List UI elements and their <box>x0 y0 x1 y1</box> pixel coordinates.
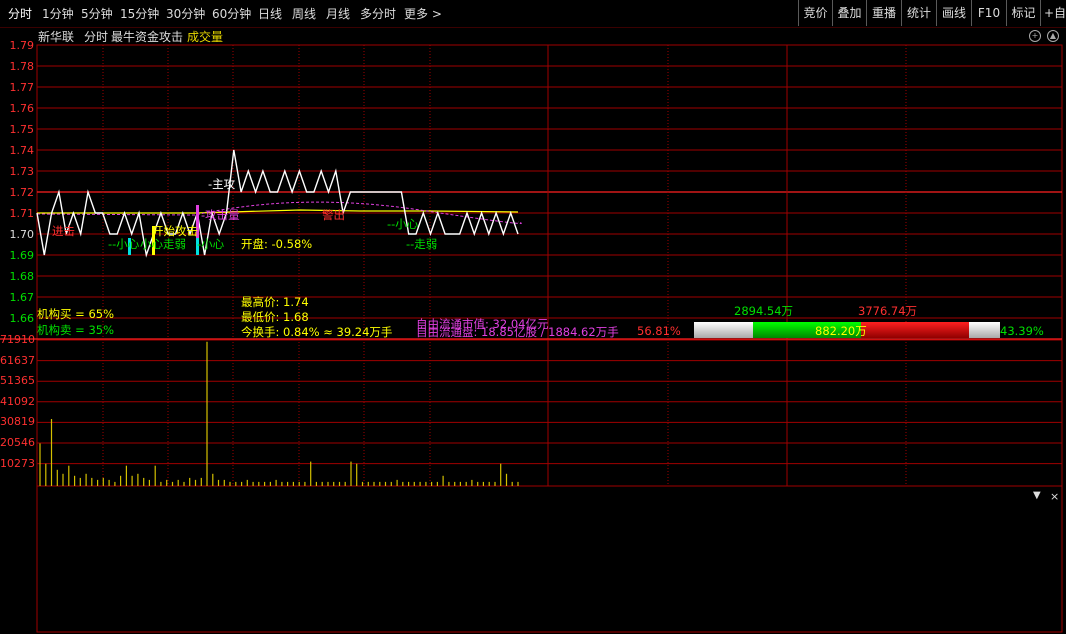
volume-tick: 20546 <box>0 436 35 449</box>
high-price: 最高价: 1.74 <box>241 295 309 309</box>
volume-tick: 30819 <box>0 415 35 429</box>
institution-buy: 机构买 = 65% <box>37 307 115 321</box>
bar-left-white <box>694 322 753 338</box>
chevron-down-icon[interactable]: ▼ <box>1033 490 1041 501</box>
right-percent: 43.39% <box>1000 324 1044 338</box>
turnover: 今换手: 0.84% ≈ 39.24万手 <box>241 325 393 339</box>
caution-weak-label: 小心走弱 <box>140 237 186 251</box>
institution-sell: 机构卖 = 35% <box>37 323 115 337</box>
price-tick: 1.78 <box>9 60 35 73</box>
sell-signal-label: 警出 <box>322 208 345 222</box>
volume-tick: 51365 <box>0 374 35 388</box>
price-tick: 1.71 <box>9 207 35 220</box>
mid-volume: 882.20万 <box>815 324 867 338</box>
volume-tick: 10273 <box>0 456 35 470</box>
bar-sell-red <box>861 322 969 338</box>
price-tick: 1.76 <box>9 102 35 115</box>
weak-label: --走弱 <box>406 237 438 251</box>
bar-right-white <box>969 322 1000 338</box>
caution-label-3: --小心 <box>387 217 419 231</box>
price-tick: 1.68 <box>9 270 35 283</box>
price-tick: 1.73 <box>9 165 35 178</box>
price-tick: 1.74 <box>9 144 35 157</box>
close-icon[interactable]: × <box>1050 490 1059 503</box>
float-percent: 56.81% <box>637 324 681 338</box>
price-tick: 1.77 <box>9 81 35 94</box>
price-tick: 1.75 <box>9 123 35 136</box>
open-change-label: 开盘: -0.58% <box>241 237 313 251</box>
price-tick: 1.70 <box>9 228 35 241</box>
volume-tick: 61637 <box>0 353 35 367</box>
buy-volume: 2894.54万 <box>734 304 794 318</box>
low-price: 最低价: 1.68 <box>241 310 309 324</box>
float-shares: 自由流通盘: 18.85亿股 / 1884.62万手 <box>416 325 619 339</box>
caution-label-1: --小心 <box>108 237 140 251</box>
price-tick: 1.66 <box>9 312 35 325</box>
volume-tick: 41092 <box>0 394 35 408</box>
volume-tick: 71910 <box>0 333 35 346</box>
attack-volume-label: -攻击量 <box>201 208 240 222</box>
main-attack-label: -主攻 <box>208 177 236 191</box>
price-tick: 1.72 <box>9 186 35 199</box>
caution-label-2: -小心 <box>197 237 225 251</box>
price-tick: 1.67 <box>9 291 35 304</box>
volume-bars <box>39 341 519 486</box>
price-tick: 1.69 <box>9 249 35 262</box>
sell-volume: 3776.74万 <box>858 304 918 318</box>
price-tick: 1.79 <box>9 39 35 52</box>
enter-signal-label: 进击 <box>52 224 75 238</box>
